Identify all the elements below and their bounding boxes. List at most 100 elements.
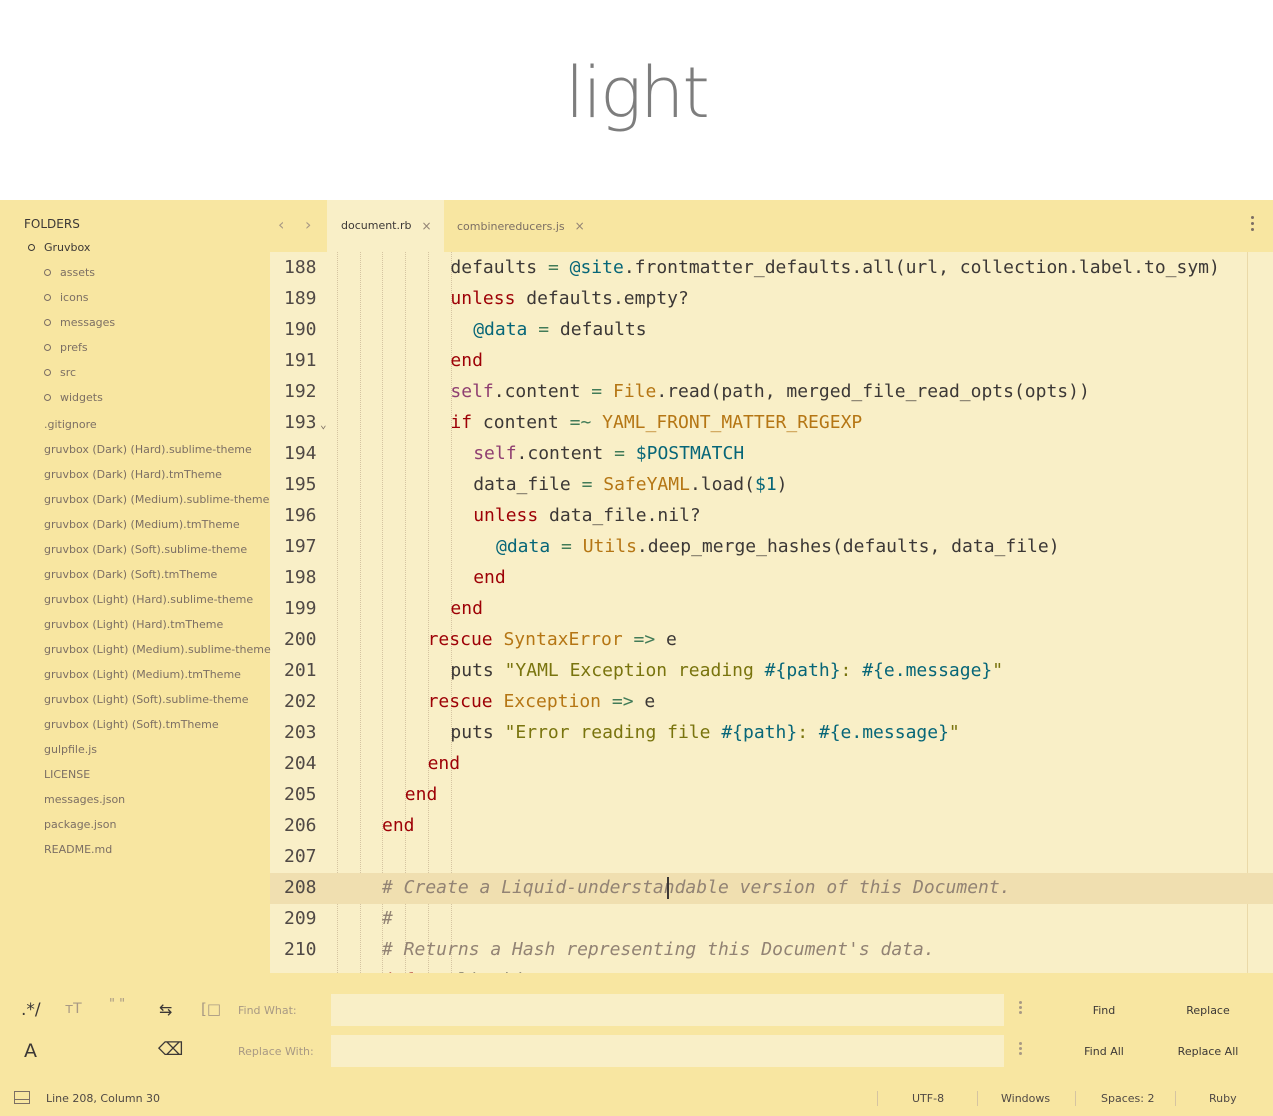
code-line: 192 self.content = File.read(path, merged…: [270, 377, 1273, 408]
fold-chevron-icon[interactable]: ⌄: [320, 418, 327, 431]
code-text: end: [450, 598, 483, 619]
code-token: end: [450, 598, 483, 619]
sidebar-file[interactable]: gruvbox (Dark) (Soft).sublime-theme: [44, 537, 247, 562]
code-token: e: [655, 629, 677, 650]
whole-word-icon[interactable]: " ": [109, 997, 125, 1012]
sidebar-file[interactable]: gruvbox (Dark) (Soft).tmTheme: [44, 562, 217, 587]
sidebar-file[interactable]: gruvbox (Dark) (Hard).tmTheme: [44, 462, 222, 487]
sidebar-file[interactable]: messages.json: [44, 787, 125, 812]
line-number: 197: [284, 536, 317, 557]
sidebar-file[interactable]: .gitignore: [44, 412, 97, 437]
sidebar-file[interactable]: gruvbox (Dark) (Medium).sublime-theme: [44, 487, 269, 512]
find-history-icon[interactable]: [1019, 1001, 1023, 1014]
code-text: end: [473, 567, 506, 588]
sidebar-folder[interactable]: widgets: [44, 385, 103, 410]
replace-history-icon[interactable]: [1019, 1042, 1023, 1055]
chevron-right-icon[interactable]: ›: [305, 216, 311, 234]
indentation-selector[interactable]: Spaces: 2: [1101, 1092, 1154, 1105]
sidebar-item-label: Gruvbox: [44, 241, 91, 254]
sidebar-file[interactable]: gruvbox (Light) (Hard).sublime-theme: [44, 587, 253, 612]
tab-combinereducers-js[interactable]: combinereducers.js ×: [443, 200, 593, 252]
find-all-button[interactable]: Find All: [1064, 1045, 1144, 1058]
sidebar-file[interactable]: gulpfile.js: [44, 737, 97, 762]
sidebar-folder[interactable]: assets: [44, 260, 95, 285]
sidebar-file[interactable]: gruvbox (Light) (Medium).sublime-theme: [44, 637, 271, 662]
more-options-icon[interactable]: [1251, 216, 1255, 231]
close-icon[interactable]: ×: [422, 219, 432, 233]
encoding-selector[interactable]: UTF-8: [912, 1092, 944, 1105]
code-token: .read(path, merged_file_read_opts(opts)): [656, 381, 1090, 402]
code-line: 196 unless data_file.nil?: [270, 501, 1273, 532]
code-token: #{e.message}: [818, 722, 949, 743]
sidebar-folder[interactable]: icons: [44, 285, 89, 310]
sidebar-root-folder[interactable]: Gruvbox: [28, 235, 90, 260]
panel-icon[interactable]: [14, 1091, 30, 1104]
sidebar-file[interactable]: gruvbox (Light) (Medium).tmTheme: [44, 662, 241, 687]
code-token: "Error reading file: [504, 722, 722, 743]
code-token: #{path}: [721, 722, 798, 743]
code-token: self: [473, 443, 517, 464]
folder-icon: [44, 344, 51, 351]
sidebar-item-label: gruvbox (Dark) (Medium).sublime-theme: [44, 493, 270, 506]
sidebar-item-label: messages.json: [44, 793, 126, 806]
sidebar-item-label: gruvbox (Dark) (Hard).tmTheme: [44, 468, 222, 481]
sidebar-folder[interactable]: messages: [44, 310, 115, 335]
close-icon[interactable]: ×: [575, 219, 585, 233]
sidebar-file[interactable]: gruvbox (Dark) (Hard).sublime-theme: [44, 437, 252, 462]
sidebar-file[interactable]: package.json: [44, 812, 116, 837]
preserve-case-icon[interactable]: A: [24, 1040, 37, 1062]
sidebar-file[interactable]: README.md: [44, 837, 112, 862]
code-token: data_file: [473, 474, 582, 495]
sidebar-folder[interactable]: prefs: [44, 335, 88, 360]
code-token: e: [633, 691, 656, 712]
line-number: 196: [284, 505, 317, 526]
wrap-icon[interactable]: ⇆: [159, 1000, 172, 1019]
code-token: =>: [611, 691, 634, 712]
code-token: =~: [569, 412, 592, 433]
case-sensitive-icon[interactable]: тT: [65, 1001, 82, 1017]
code-text: rescue Exception => e: [428, 691, 656, 712]
find-button[interactable]: Find: [1064, 1004, 1144, 1017]
line-number: 195: [284, 474, 317, 495]
tab-document-rb[interactable]: document.rb ×: [327, 200, 444, 252]
code-text: puts "YAML Exception reading #{path}: #{…: [450, 660, 1003, 681]
code-token: defaults.empty?: [515, 288, 689, 309]
line-number: 201: [284, 660, 317, 681]
sidebar-item-label: gruvbox (Light) (Soft).tmTheme: [44, 718, 219, 731]
code-text: # Create a Liquid-understandable version…: [382, 877, 1011, 898]
code-token: ": [948, 722, 960, 743]
line-endings-selector[interactable]: Windows: [1001, 1092, 1050, 1105]
code-line: 209 #: [270, 904, 1273, 935]
replace-label: Replace With:: [238, 1045, 314, 1058]
sidebar-file[interactable]: gruvbox (Dark) (Medium).tmTheme: [44, 512, 240, 537]
replace-all-button[interactable]: Replace All: [1168, 1045, 1248, 1058]
code-text: # Returns a Hash representing this Docum…: [382, 939, 935, 960]
find-input[interactable]: [331, 994, 1004, 1026]
editor-window: FOLDERS Gruvbox assets icons messages prefs…: [0, 200, 1273, 1116]
replace-button[interactable]: Replace: [1168, 1004, 1248, 1017]
code-token: rescue: [427, 691, 493, 712]
line-number: 189: [284, 288, 317, 309]
code-text: unless defaults.empty?: [450, 288, 688, 309]
line-number: 206: [284, 815, 317, 836]
in-selection-icon[interactable]: [□: [201, 1000, 221, 1018]
sidebar-file[interactable]: gruvbox (Light) (Hard).tmTheme: [44, 612, 223, 637]
line-number: 188: [284, 257, 317, 278]
line-number: 202: [284, 691, 317, 712]
eraser-icon[interactable]: ⌫: [158, 1039, 183, 1060]
code-line: 201 puts "YAML Exception reading #{path}:…: [270, 656, 1273, 687]
sidebar-file[interactable]: LICENSE: [44, 762, 90, 787]
regex-toggle-icon[interactable]: .*/: [21, 1000, 41, 1020]
chevron-left-icon[interactable]: ‹: [278, 216, 284, 234]
sidebar-folder[interactable]: src: [44, 360, 76, 385]
code-token: .deep_merge_hashes(defaults, data_file): [636, 536, 1060, 557]
sidebar-file[interactable]: gruvbox (Light) (Soft).sublime-theme: [44, 687, 248, 712]
syntax-selector[interactable]: Ruby: [1209, 1092, 1237, 1105]
code-text: @data = defaults: [473, 319, 646, 340]
code-line: 189 unless defaults.empty?: [270, 284, 1273, 315]
replace-input[interactable]: [331, 1035, 1004, 1067]
sidebar-file[interactable]: gruvbox (Light) (Soft).tmTheme: [44, 712, 219, 737]
code-editor[interactable]: 188 defaults = @site.frontmatter_defaults…: [270, 252, 1273, 973]
